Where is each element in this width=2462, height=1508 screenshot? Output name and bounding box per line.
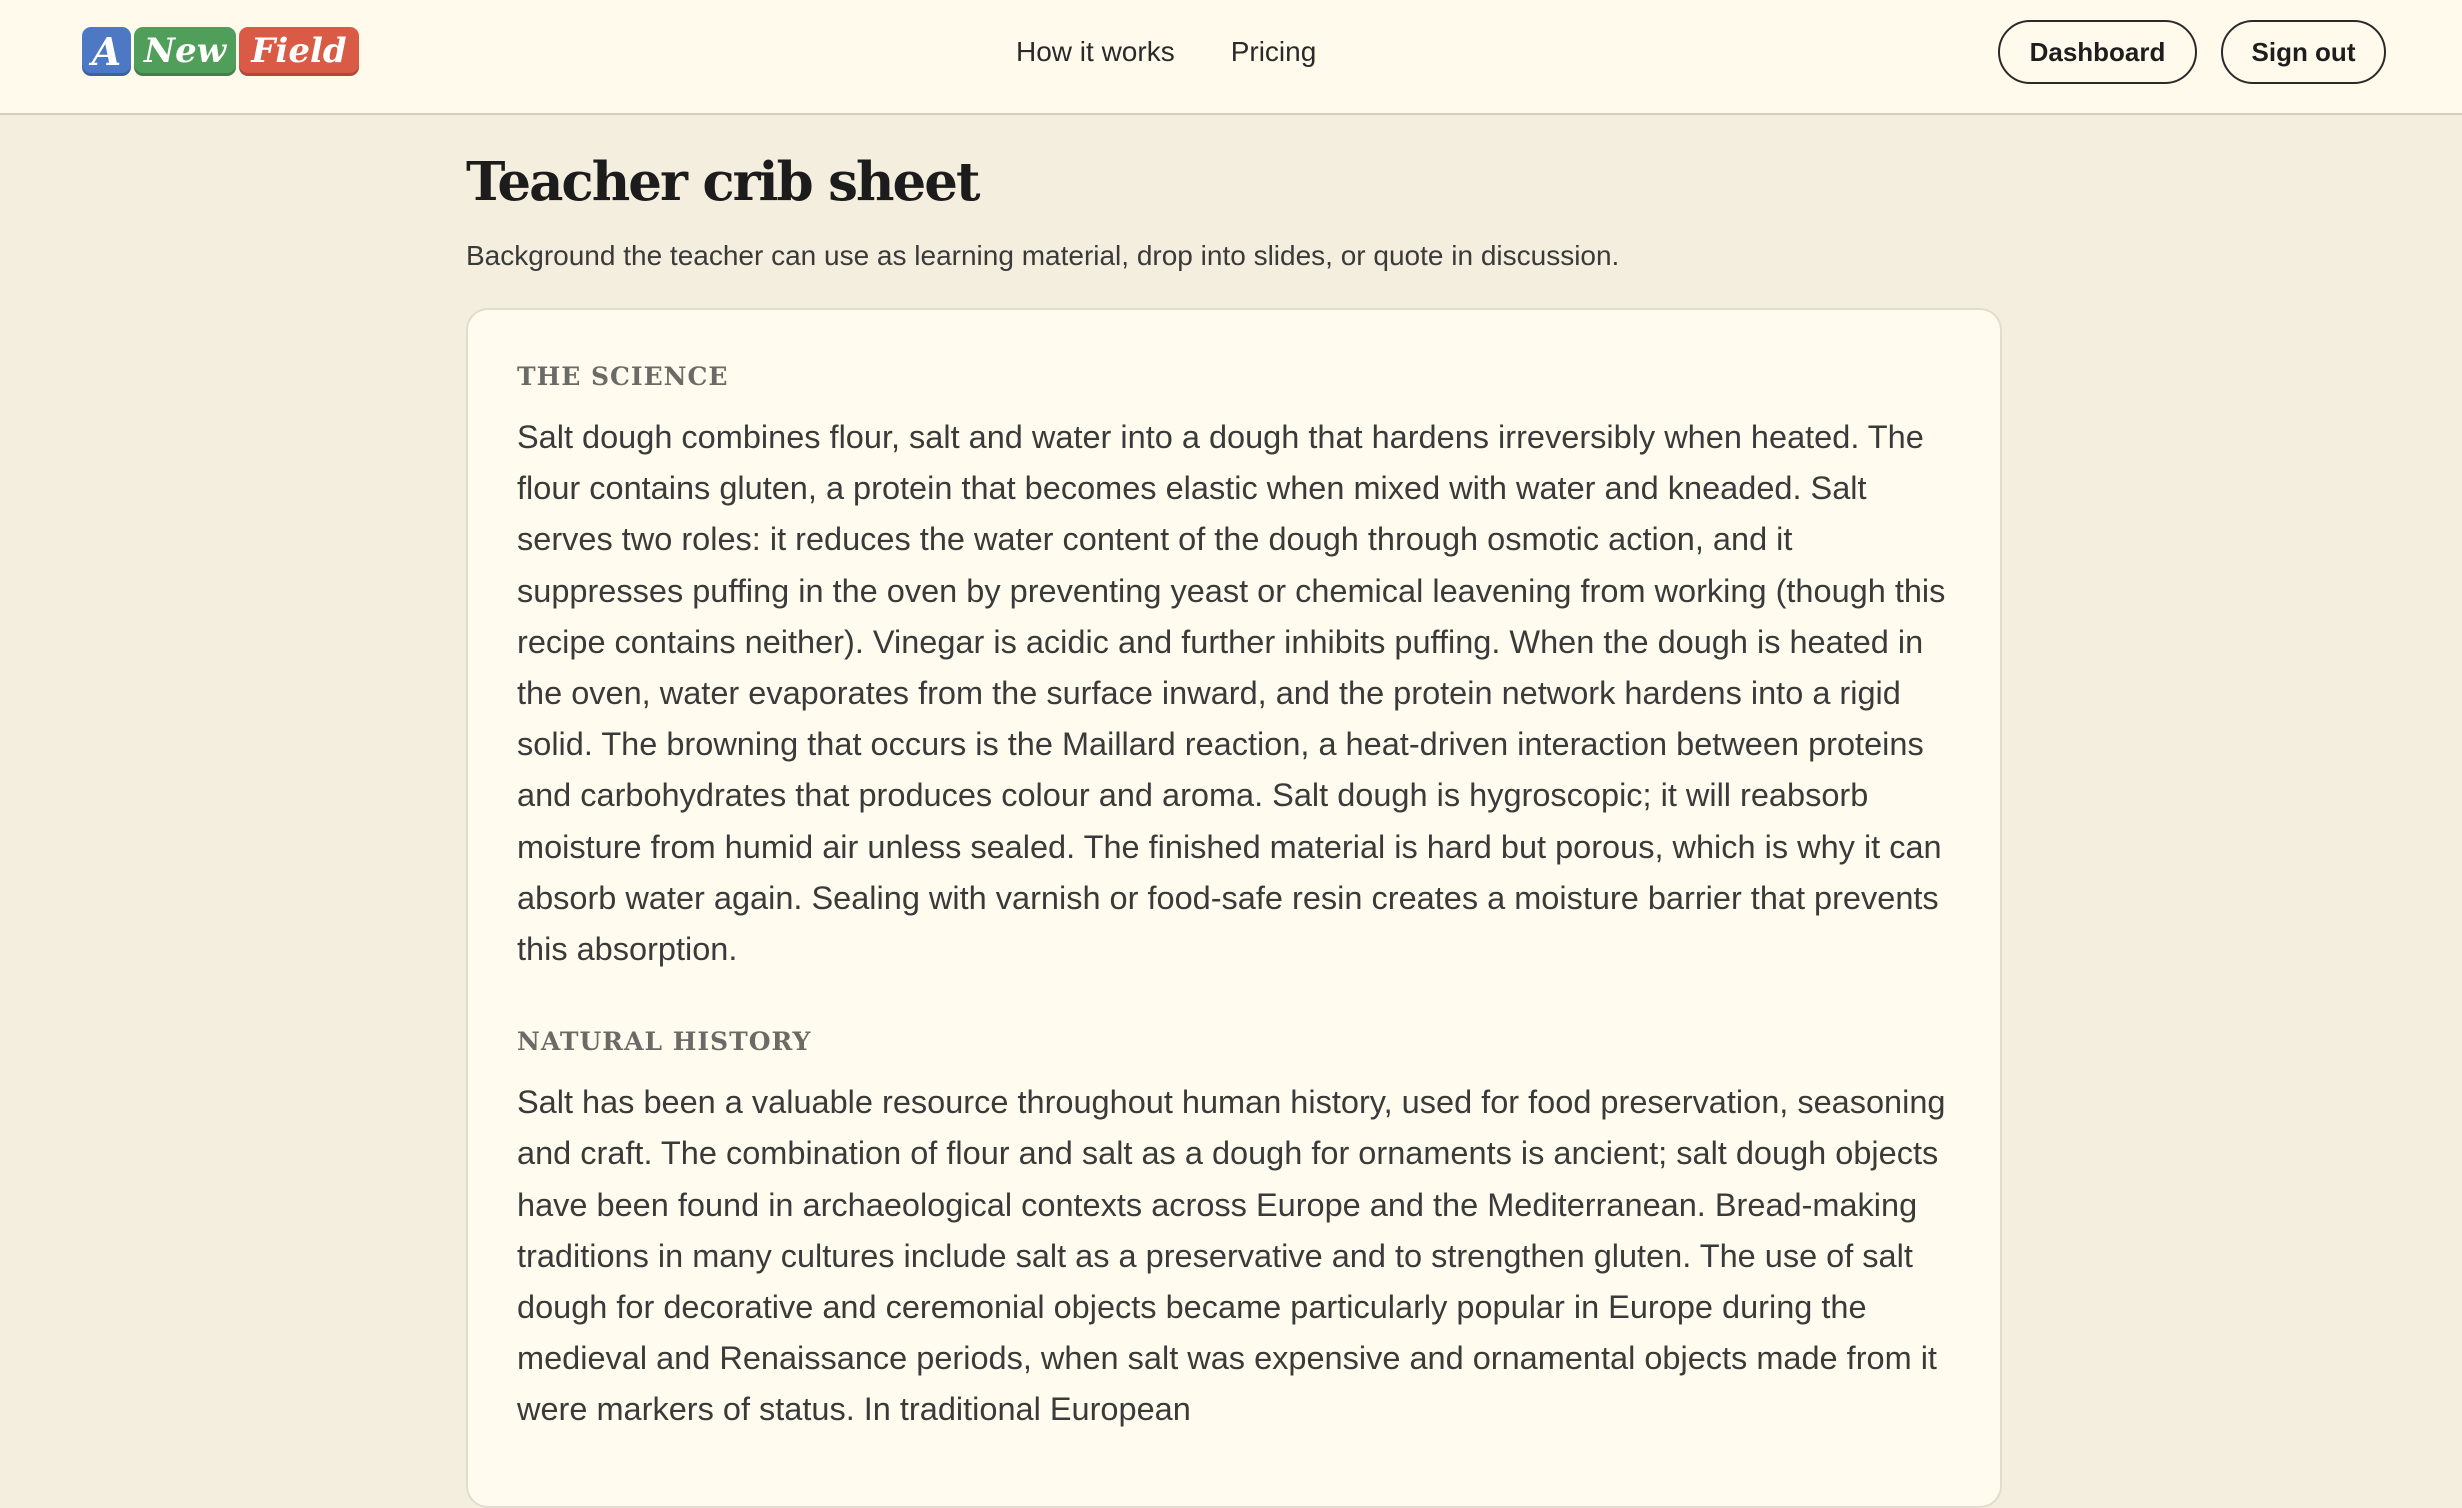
nav-link-pricing[interactable]: Pricing	[1231, 30, 1317, 74]
page-subtitle: Background the teacher can use as learni…	[466, 240, 1620, 271]
section-body-science: Salt dough combines flour, salt and wate…	[517, 419, 1946, 968]
nav-link-how-it-works[interactable]: How it works	[1016, 30, 1175, 74]
section-heading-science: THE SCIENCE	[517, 362, 729, 391]
sign-out-button[interactable]: Sign out	[2221, 20, 2386, 84]
logo-tile-field: Field	[239, 27, 359, 76]
crib-sheet-card: THE SCIENCE Salt dough combines flour, s…	[466, 308, 2002, 1508]
brand-logo[interactable]: A New Field	[82, 27, 359, 76]
section-heading-natural-history: NATURAL HISTORY	[517, 1027, 812, 1057]
dashboard-button[interactable]: Dashboard	[1998, 20, 2197, 84]
section-body-natural-history: Salt has been a valuable resource throug…	[517, 1084, 1946, 1428]
main-nav: How it works Pricing	[1016, 30, 1316, 74]
top-nav-bar: A New Field How it works Pricing Dashboa…	[0, 0, 2462, 115]
logo-tile-new: New	[134, 27, 236, 76]
page-title: Teacher crib sheet	[466, 151, 980, 213]
logo-tile-a: A	[82, 27, 131, 76]
